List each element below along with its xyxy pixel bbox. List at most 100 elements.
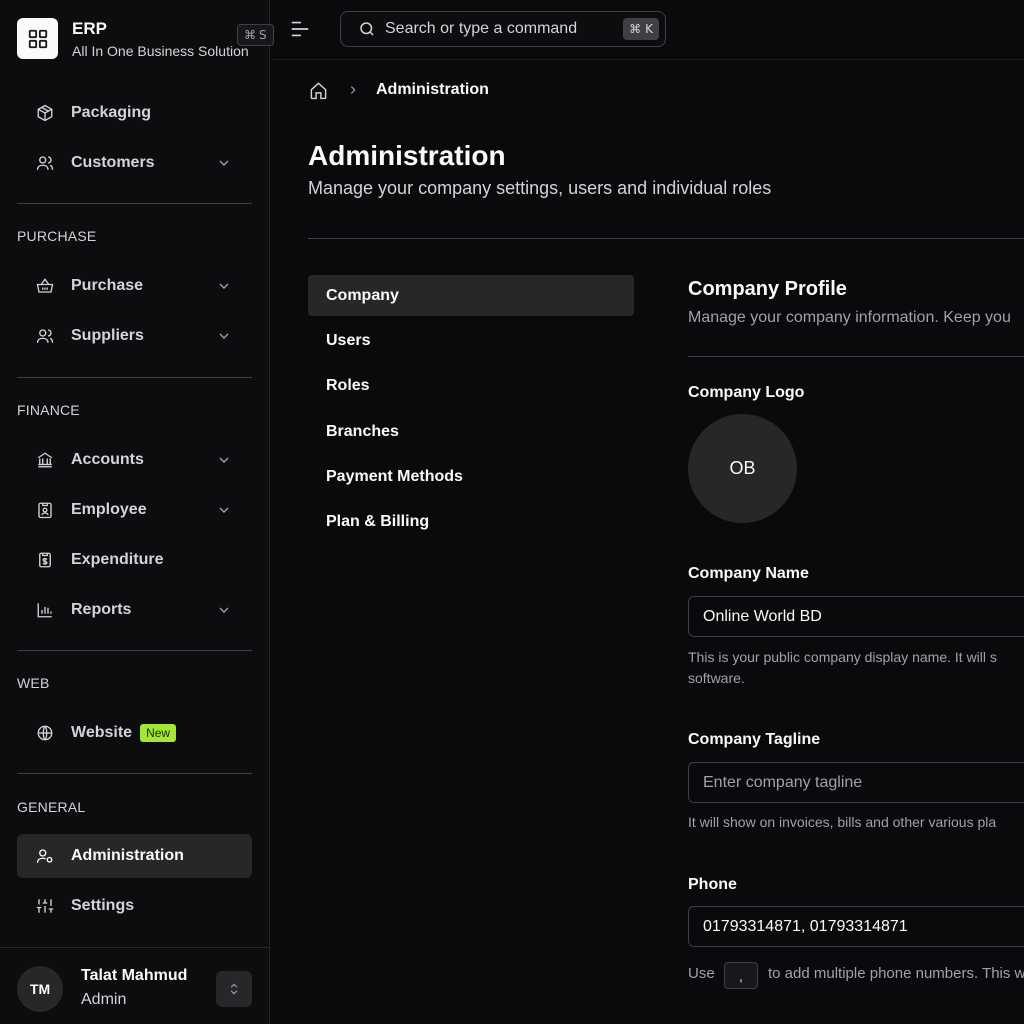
company-name-help: This is your public company display name… [688, 649, 997, 665]
search-icon [360, 22, 374, 36]
brand-subtitle: All In One Business Solution [72, 43, 249, 59]
section-label-web: WEB [17, 675, 50, 691]
company-logo-label: Company Logo [688, 384, 805, 401]
sidebar-item-expenditure[interactable]: Expenditure [17, 538, 252, 582]
brand-title: ERP [72, 19, 107, 38]
users-icon [36, 154, 54, 172]
bank-icon [36, 451, 54, 469]
sidebar-divider [17, 377, 252, 378]
search-shortcut: ⌘ K [623, 18, 659, 40]
tab-plan-billing[interactable]: Plan & Billing [308, 501, 634, 542]
menu-icon [291, 21, 309, 37]
package-icon [36, 104, 54, 122]
sidebar-item-label: Customers [71, 154, 155, 171]
sidebar-item-packaging[interactable]: Packaging [17, 91, 252, 135]
command-search[interactable]: Search or type a command ⌘ K [340, 11, 666, 47]
globe-icon [36, 724, 54, 742]
tab-roles[interactable]: Roles [308, 365, 634, 406]
phone-label: Phone [688, 876, 737, 893]
company-logo-upload[interactable]: OB [688, 414, 797, 523]
sidebar-item-label: Suppliers [71, 327, 144, 344]
sidebar-item-label: Settings [71, 897, 135, 914]
section-label-finance: FINANCE [17, 402, 80, 418]
sidebar-item-website[interactable]: Website New [17, 711, 252, 755]
chevron-right-icon [350, 86, 356, 94]
chevrons-up-down-icon [230, 983, 238, 995]
phone-help-suffix: to add multiple phone numbers. This w [768, 965, 1024, 982]
receipt-icon [36, 551, 54, 569]
sidebar-item-label: Expenditure [71, 551, 164, 568]
section-title: Company Profile [688, 278, 847, 300]
chevron-down-icon [219, 457, 229, 463]
comma-key: , [724, 962, 758, 989]
sidebar-item-label: Accounts [71, 451, 144, 468]
sidebar-item-label: Packaging [71, 104, 152, 121]
tab-branches[interactable]: Branches [308, 411, 634, 452]
brand[interactable]: ERP All In One Business Solution ⌘ S [17, 18, 274, 60]
user-role: Admin [81, 991, 127, 1008]
phone-input[interactable]: 01793314871, 01793314871 [688, 906, 1024, 947]
page-divider [308, 238, 1024, 239]
avatar[interactable]: TM [17, 966, 63, 1012]
sidebar-item-administration[interactable]: Administration [17, 834, 252, 878]
sidebar-item-label: Reports [71, 601, 132, 618]
home-icon[interactable] [309, 81, 328, 100]
section-label-purchase: PURCHASE [17, 228, 97, 244]
company-tagline-help: It will show on invoices, bills and othe… [688, 814, 997, 830]
company-tagline-input[interactable]: Enter company tagline [688, 762, 1024, 803]
chevron-down-icon [219, 607, 229, 613]
page-title: Administration [308, 140, 506, 171]
sidebar-item-label: Administration [71, 847, 184, 864]
search-shortcut-key: K [645, 22, 653, 36]
company-name-input[interactable]: Online World BD [688, 596, 1024, 637]
basket-icon [36, 277, 54, 295]
breadcrumb-current: Administration [376, 81, 489, 98]
user-name: Talat Mahmud [81, 967, 188, 984]
company-tagline-label: Company Tagline [688, 731, 821, 748]
sidebar-shortcut: ⌘ S [237, 24, 274, 46]
page-subtitle: Manage your company settings, users and … [308, 178, 772, 198]
sidebar-divider [17, 773, 252, 774]
tab-users[interactable]: Users [308, 320, 634, 361]
sidebar-shortcut-key: S [259, 28, 267, 42]
user-menu-button[interactable] [216, 971, 252, 1007]
user-profile: TM Talat Mahmud Admin [0, 947, 270, 1024]
chevron-down-icon [219, 333, 229, 339]
sidebar-item-accounts[interactable]: Accounts [17, 438, 252, 482]
sidebar-item-label: Employee [71, 501, 147, 518]
command-key-icon: ⌘ [244, 28, 256, 42]
sliders-icon [36, 897, 54, 915]
sidebar-toggle-button[interactable] [289, 18, 311, 40]
sidebar-item-purchase[interactable]: Purchase [17, 264, 252, 308]
tab-payment-methods[interactable]: Payment Methods [308, 456, 634, 497]
users-icon [36, 327, 54, 345]
company-name-label: Company Name [688, 565, 809, 582]
chevron-down-icon [219, 283, 229, 289]
section-label-general: GENERAL [17, 799, 86, 815]
tab-company[interactable]: Company [308, 275, 634, 316]
grid-logo-icon [17, 18, 58, 59]
user-cog-icon [36, 847, 54, 865]
phone-help: Use , to add multiple phone numbers. Thi… [688, 962, 1024, 990]
phone-help-prefix: Use [688, 965, 715, 982]
chevron-down-icon [219, 160, 229, 166]
sidebar-item-settings[interactable]: Settings [17, 884, 252, 928]
badge-icon [36, 501, 54, 519]
sidebar-divider [17, 650, 252, 651]
new-badge: New [140, 724, 177, 742]
sidebar-item-label: Website [71, 724, 133, 741]
bar-chart-icon [36, 601, 54, 619]
chevron-down-icon [219, 507, 229, 513]
sidebar-item-employee[interactable]: Employee [17, 488, 252, 532]
sidebar-item-reports[interactable]: Reports [17, 588, 252, 632]
company-name-help: software. [688, 670, 745, 686]
sidebar: ERP All In One Business Solution ⌘ S Pac… [0, 0, 274, 1024]
command-key-icon: ⌘ [629, 22, 642, 36]
section-subtitle: Manage your company information. Keep yo… [688, 309, 1011, 326]
topbar: Search or type a command ⌘ K [271, 0, 1024, 60]
search-placeholder: Search or type a command [385, 20, 578, 37]
sidebar-divider [17, 203, 252, 204]
sidebar-item-customers[interactable]: Customers [17, 141, 252, 185]
section-divider [688, 356, 1024, 357]
sidebar-item-suppliers[interactable]: Suppliers [17, 314, 252, 358]
